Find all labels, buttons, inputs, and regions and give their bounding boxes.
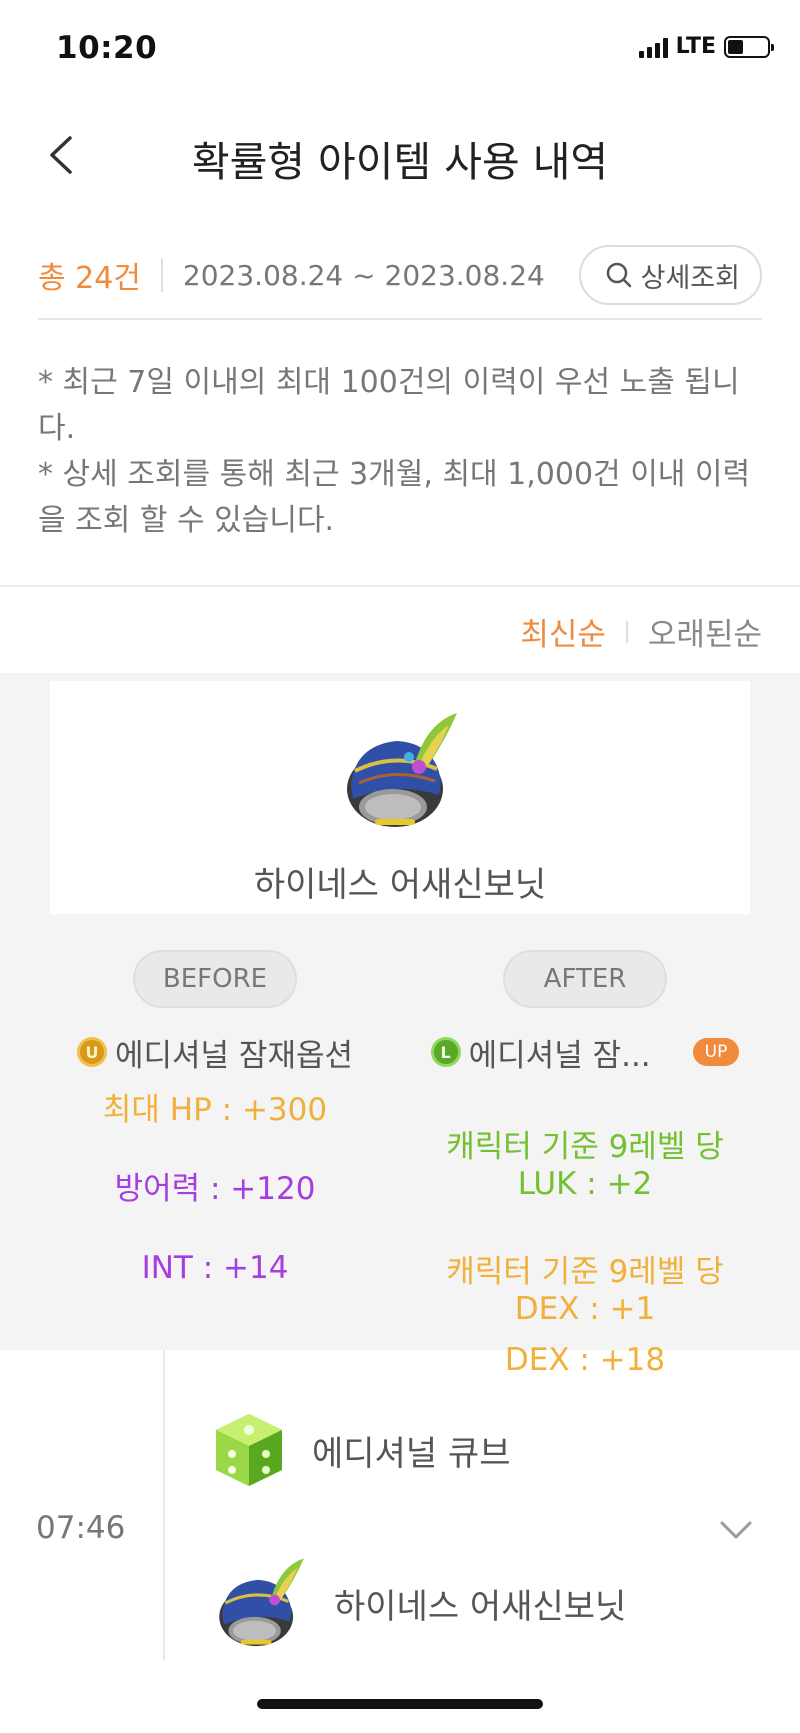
divider [163, 1350, 165, 1660]
item-name: 하이네스 어새신보닛 [253, 865, 547, 905]
notice-line: * 상세 조회를 통해 최근 3개월, 최대 1,000건 이내 이력을 조회 … [38, 457, 751, 538]
search-icon [606, 262, 631, 288]
home-indicator[interactable] [257, 1699, 543, 1709]
helmet-icon [219, 1558, 304, 1647]
before-label: BEFORE [133, 950, 297, 1008]
expand-button[interactable] [716, 1515, 756, 1545]
legendary-grade-icon: L [430, 1037, 461, 1067]
history-item-row: 하이네스 어새신보닛 [210, 1555, 626, 1651]
battery-icon [724, 35, 774, 58]
history-cube-row: 에디셔널 큐브 [210, 1410, 511, 1490]
before-option: 방어력 : +120 [30, 1171, 400, 1208]
after-label: AFTER [503, 950, 667, 1008]
sort-latest-button[interactable]: 최신순 [520, 609, 606, 654]
before-option: 최대 HP : +300 [30, 1092, 400, 1129]
helmet-icon [347, 713, 457, 827]
summary-row: 총 24건 2023.08.24 ~ 2023.08.24 상세조회 [38, 232, 762, 320]
history-item-name: 하이네스 어새신보닛 [334, 1586, 627, 1627]
unique-grade-icon: U [76, 1037, 107, 1067]
after-grade-row: L 에디셔널 잠... UP [400, 1030, 770, 1074]
after-option: 캐릭터 기준 9레벨 당 DEX : +1 [400, 1217, 770, 1328]
divider [160, 258, 163, 292]
result-panel: 하이네스 어새신보닛 BEFORE U 에디셔널 잠재옵션 최대 HP : +3… [0, 673, 800, 1378]
after-grade-name: 에디셔널 잠... [468, 1037, 651, 1074]
nav-bar: 확률형 아이템 사용 내역 [0, 96, 800, 216]
total-count: 총 24건 [38, 261, 141, 296]
status-time: 10:20 [56, 30, 158, 66]
item-card: 하이네스 어새신보닛 [50, 681, 750, 914]
after-option-text: 캐릭터 기준 9레벨 당 DEX : +1 [446, 1254, 724, 1327]
before-option-text: INT : +14 [141, 1250, 289, 1286]
up-badge: UP [692, 1038, 740, 1066]
detail-search-button[interactable]: 상세조회 [578, 245, 762, 305]
before-column: BEFORE U 에디셔널 잠재옵션 최대 HP : +300 방어력 : +1… [30, 950, 400, 1287]
history-entry[interactable]: 07:46 에디셔널 큐브 하이네스 어새신보닛 [0, 1350, 800, 1660]
before-option: INT : +14 [30, 1250, 400, 1287]
cube-icon [216, 1414, 282, 1486]
before-grade-name: 에디셔널 잠재옵션 [114, 1037, 353, 1074]
notice-text: * 최근 7일 이내의 최대 100건의 이력이 우선 노출 됩니다. * 상세… [38, 360, 762, 544]
before-option-text: 방어력 : +120 [114, 1171, 316, 1207]
network-label: LTE [675, 34, 716, 59]
page-title: 확률형 아이템 사용 내역 [191, 138, 609, 186]
chevron-down-icon [720, 1521, 752, 1539]
before-option-text: 최대 HP : +300 [102, 1092, 328, 1128]
sort-oldest-button[interactable]: 오래된순 [648, 609, 762, 654]
before-grade-row: U 에디셔널 잠재옵션 [30, 1030, 400, 1074]
history-cube-name: 에디셔널 큐브 [312, 1433, 511, 1474]
after-column: AFTER L 에디셔널 잠... UP 캐릭터 기준 9레벨 당 LUK : … [400, 950, 770, 1379]
status-indicators: LTE [638, 34, 774, 59]
after-option-text: 캐릭터 기준 9레벨 당 LUK : +2 [446, 1129, 724, 1202]
history-time: 07:46 [36, 1510, 126, 1546]
signal-icon [638, 36, 668, 58]
date-range: 2023.08.24 ~ 2023.08.24 [182, 258, 545, 292]
divider [625, 620, 628, 643]
status-bar: 10:20 LTE [0, 0, 800, 96]
after-option: 캐릭터 기준 9레벨 당 LUK : +2 [400, 1092, 770, 1203]
detail-search-label: 상세조회 [640, 262, 740, 294]
sort-bar: 최신순 오래된순 [0, 585, 800, 673]
notice-line: * 최근 7일 이내의 최대 100건의 이력이 우선 노출 됩니다. [38, 365, 740, 446]
